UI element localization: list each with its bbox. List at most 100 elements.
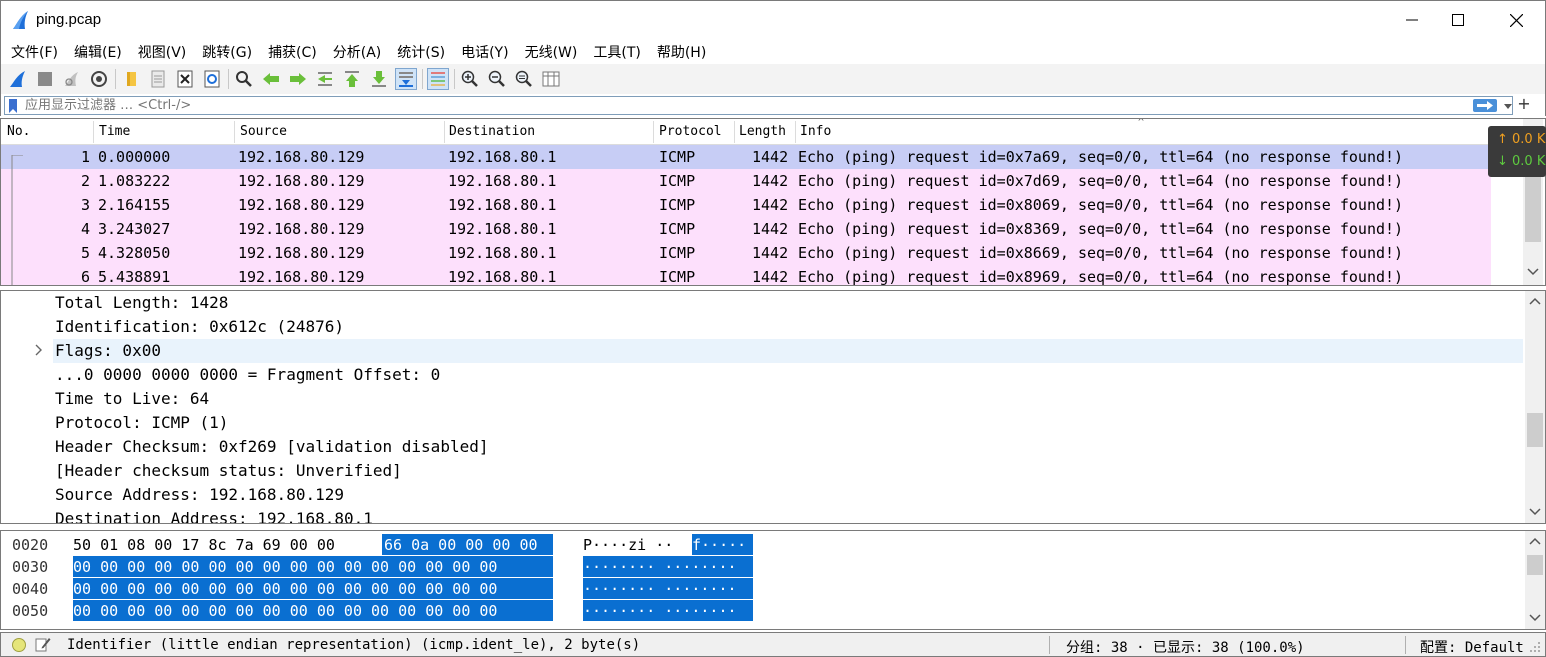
go-back-button[interactable] — [260, 68, 282, 90]
column-protocol[interactable]: Protocol — [659, 124, 722, 139]
scroll-up-icon[interactable] — [1529, 297, 1541, 307]
chevron-right-icon[interactable] — [33, 343, 45, 357]
column-time[interactable]: Time — [99, 124, 130, 139]
menu-capture[interactable]: 捕获(C) — [264, 42, 321, 62]
start-capture-button[interactable] — [7, 68, 29, 90]
packet-row[interactable]: 1 0.000000 192.168.80.129 192.168.80.1 I… — [1, 145, 1491, 169]
packet-row[interactable]: 2 1.083222 192.168.80.129 192.168.80.1 I… — [1, 169, 1491, 193]
column-divider[interactable] — [653, 121, 654, 143]
save-file-button[interactable] — [147, 68, 169, 90]
detail-row[interactable]: Header Checksum: 0xf269 [validation disa… — [1, 435, 1523, 459]
detail-text: Time to Live: 64 — [55, 389, 210, 408]
column-divider[interactable] — [795, 121, 796, 143]
hex-bytes-selected: 00 00 00 00 00 00 00 00 00 00 00 00 00 0… — [73, 556, 553, 577]
apply-filter-button[interactable] — [1473, 99, 1497, 112]
chevron-down-icon[interactable] — [1502, 99, 1514, 112]
close-button[interactable] — [1493, 1, 1539, 39]
reload-file-button[interactable] — [201, 68, 223, 90]
open-file-button[interactable] — [120, 68, 142, 90]
packet-destination: 192.168.80.1 — [448, 196, 557, 214]
bytes-row[interactable]: 0030 00 00 00 00 00 00 00 00 00 00 00 00… — [1, 555, 1523, 577]
colorize-button[interactable] — [427, 68, 449, 90]
detail-text: Flags: 0x00 — [55, 341, 161, 360]
scrollbar-thumb[interactable] — [1527, 555, 1543, 575]
profile-selector[interactable]: 配置: Default — [1420, 637, 1524, 657]
column-info[interactable]: Info — [800, 124, 831, 139]
packet-row[interactable]: 6 5.438891 192.168.80.129 192.168.80.1 I… — [1, 265, 1491, 286]
menu-telephony[interactable]: 电话(Y) — [457, 42, 512, 62]
packet-protocol: ICMP — [659, 220, 696, 238]
title-bar: ping.pcap — [0, 0, 1546, 40]
zoom-normal-button[interactable] — [513, 68, 535, 90]
scroll-up-icon[interactable] — [1529, 537, 1541, 547]
find-packet-button[interactable] — [233, 68, 255, 90]
column-destination[interactable]: Destination — [449, 124, 535, 139]
bookmark-icon[interactable] — [8, 99, 18, 113]
column-divider[interactable] — [234, 121, 235, 143]
packet-row[interactable]: 5 4.328050 192.168.80.129 192.168.80.1 I… — [1, 241, 1491, 265]
column-no[interactable]: No. — [7, 124, 30, 139]
display-filter-input[interactable] — [25, 97, 1465, 114]
column-divider[interactable] — [93, 121, 94, 143]
menu-go[interactable]: 跳转(G) — [198, 42, 256, 62]
scrollbar-thumb[interactable] — [1527, 413, 1543, 447]
zoom-out-button[interactable] — [486, 68, 508, 90]
go-to-packet-button[interactable] — [314, 68, 336, 90]
packet-row[interactable]: 3 2.164155 192.168.80.129 192.168.80.1 I… — [1, 193, 1491, 217]
toolbar-separator — [115, 69, 116, 89]
window-title: ping.pcap — [36, 11, 102, 28]
column-divider[interactable] — [734, 121, 735, 143]
go-forward-button[interactable] — [287, 68, 309, 90]
column-source[interactable]: Source — [240, 124, 287, 139]
edit-comment-icon[interactable] — [35, 636, 51, 652]
capture-options-button[interactable] — [88, 68, 110, 90]
auto-scroll-button[interactable] — [395, 68, 417, 90]
detail-row[interactable]: Flags: 0x00 — [53, 339, 1523, 363]
scroll-down-icon[interactable] — [1529, 613, 1541, 623]
maximize-button[interactable] — [1435, 1, 1481, 39]
detail-row[interactable]: Protocol: ICMP (1) — [1, 411, 1523, 435]
packet-no: 4 — [81, 220, 91, 238]
detail-row[interactable]: ...0 0000 0000 0000 = Fragment Offset: 0 — [1, 363, 1523, 387]
zoom-in-button[interactable] — [459, 68, 481, 90]
scroll-down-icon[interactable] — [1527, 267, 1539, 277]
bytes-row[interactable]: 0040 00 00 00 00 00 00 00 00 00 00 00 00… — [1, 577, 1523, 599]
bytes-scrollbar[interactable] — [1525, 531, 1545, 629]
packet-details-pane: Total Length: 1428 Identification: 0x612… — [0, 290, 1546, 524]
detail-row[interactable]: Time to Live: 64 — [1, 387, 1523, 411]
detail-row[interactable]: Destination Address: 192.168.80.1 — [1, 507, 1523, 523]
expert-info-icon[interactable] — [12, 638, 26, 652]
packet-row[interactable]: 4 3.243027 192.168.80.129 192.168.80.1 I… — [1, 217, 1491, 241]
bytes-row[interactable]: 0020 50 01 08 00 17 8c 7a 69 00 00 66 0a… — [1, 533, 1523, 555]
menu-wireless[interactable]: 无线(W) — [521, 42, 582, 62]
resize-grip-icon[interactable] — [1529, 641, 1541, 653]
column-divider[interactable] — [444, 121, 445, 143]
packet-time: 0.000000 — [98, 148, 171, 166]
detail-row[interactable]: Source Address: 192.168.80.129 — [1, 483, 1523, 507]
details-scrollbar[interactable] — [1525, 291, 1545, 523]
menu-tools[interactable]: 工具(T) — [589, 42, 644, 62]
menu-edit[interactable]: 编辑(E) — [70, 42, 126, 62]
menu-statistics[interactable]: 统计(S) — [393, 42, 449, 62]
scroll-down-icon[interactable] — [1529, 507, 1541, 517]
stop-capture-button[interactable] — [34, 68, 56, 90]
detail-row[interactable]: Total Length: 1428 — [1, 291, 1523, 315]
menu-help[interactable]: 帮助(H) — [653, 42, 710, 62]
go-last-button[interactable] — [368, 68, 390, 90]
menu-analyze[interactable]: 分析(A) — [329, 42, 386, 62]
go-first-button[interactable] — [341, 68, 363, 90]
menu-view[interactable]: 视图(V) — [134, 42, 191, 62]
close-file-button[interactable] — [174, 68, 196, 90]
add-filter-button[interactable]: + — [1517, 94, 1531, 114]
resize-columns-button[interactable] — [540, 68, 562, 90]
detail-row[interactable]: [Header checksum status: Unverified] — [1, 459, 1523, 483]
minimize-button[interactable] — [1389, 1, 1435, 39]
detail-row[interactable]: Identification: 0x612c (24876) — [1, 315, 1523, 339]
bytes-row[interactable]: 0050 00 00 00 00 00 00 00 00 00 00 00 00… — [1, 599, 1523, 621]
restart-capture-button[interactable] — [61, 68, 83, 90]
packet-length: 1442 — [752, 268, 789, 286]
column-length[interactable]: Length — [739, 124, 786, 139]
menu-file[interactable]: 文件(F) — [7, 42, 62, 62]
packet-source: 192.168.80.129 — [238, 220, 365, 238]
packet-time: 1.083222 — [98, 172, 171, 190]
